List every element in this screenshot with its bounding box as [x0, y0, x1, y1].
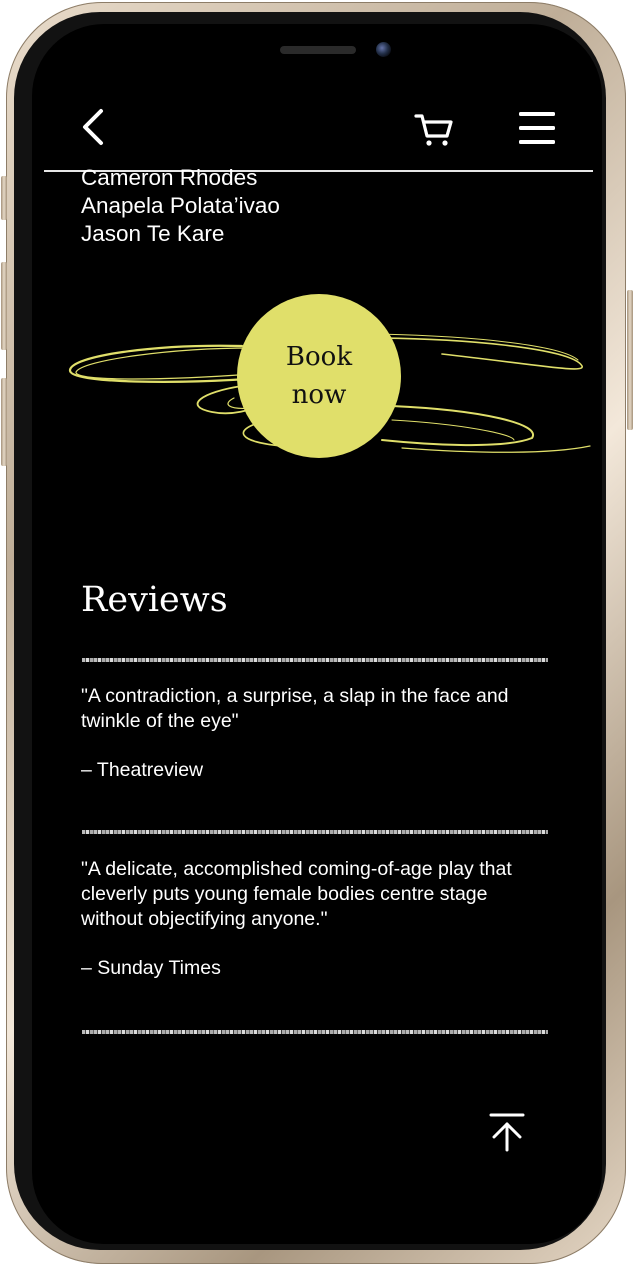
- book-now-label: now: [291, 380, 347, 410]
- back-chevron-icon[interactable]: [80, 108, 106, 146]
- review-item: "A contradiction, a surprise, a slap in …: [81, 684, 551, 783]
- book-now-label: Book: [285, 342, 353, 372]
- cast-member: Jason Te Kare: [81, 221, 225, 246]
- side-button: [1, 262, 7, 350]
- shopping-cart-icon[interactable]: [414, 112, 454, 148]
- front-camera: [376, 42, 391, 57]
- review-divider: [82, 1030, 548, 1034]
- review-source: – Theatreview: [81, 759, 204, 781]
- side-button: [1, 378, 7, 466]
- review-quote: "A contradiction, a surprise, a slap in …: [81, 685, 509, 732]
- book-now-button[interactable]: Book now: [237, 294, 401, 458]
- cast-list: Cameron Rhodes Anapela Polata’ivao Jason…: [81, 164, 280, 248]
- review-source: – Sunday Times: [81, 957, 221, 979]
- cast-member: Anapela Polata’ivao: [81, 193, 280, 218]
- screen: Cameron Rhodes Anapela Polata’ivao Jason…: [32, 24, 602, 1244]
- cast-member: Cameron Rhodes: [81, 165, 258, 190]
- review-item: "A delicate, accomplished coming-of-age …: [81, 857, 551, 981]
- scroll-to-top-icon[interactable]: [488, 1112, 526, 1152]
- side-button: [627, 290, 633, 430]
- side-button: [1, 176, 7, 220]
- speaker-grille: [280, 46, 356, 54]
- review-quote: "A delicate, accomplished coming-of-age …: [81, 858, 512, 930]
- review-divider: [82, 658, 548, 662]
- reviews-heading: Reviews: [81, 580, 228, 620]
- hamburger-menu-icon[interactable]: [518, 110, 556, 146]
- review-divider: [82, 830, 548, 834]
